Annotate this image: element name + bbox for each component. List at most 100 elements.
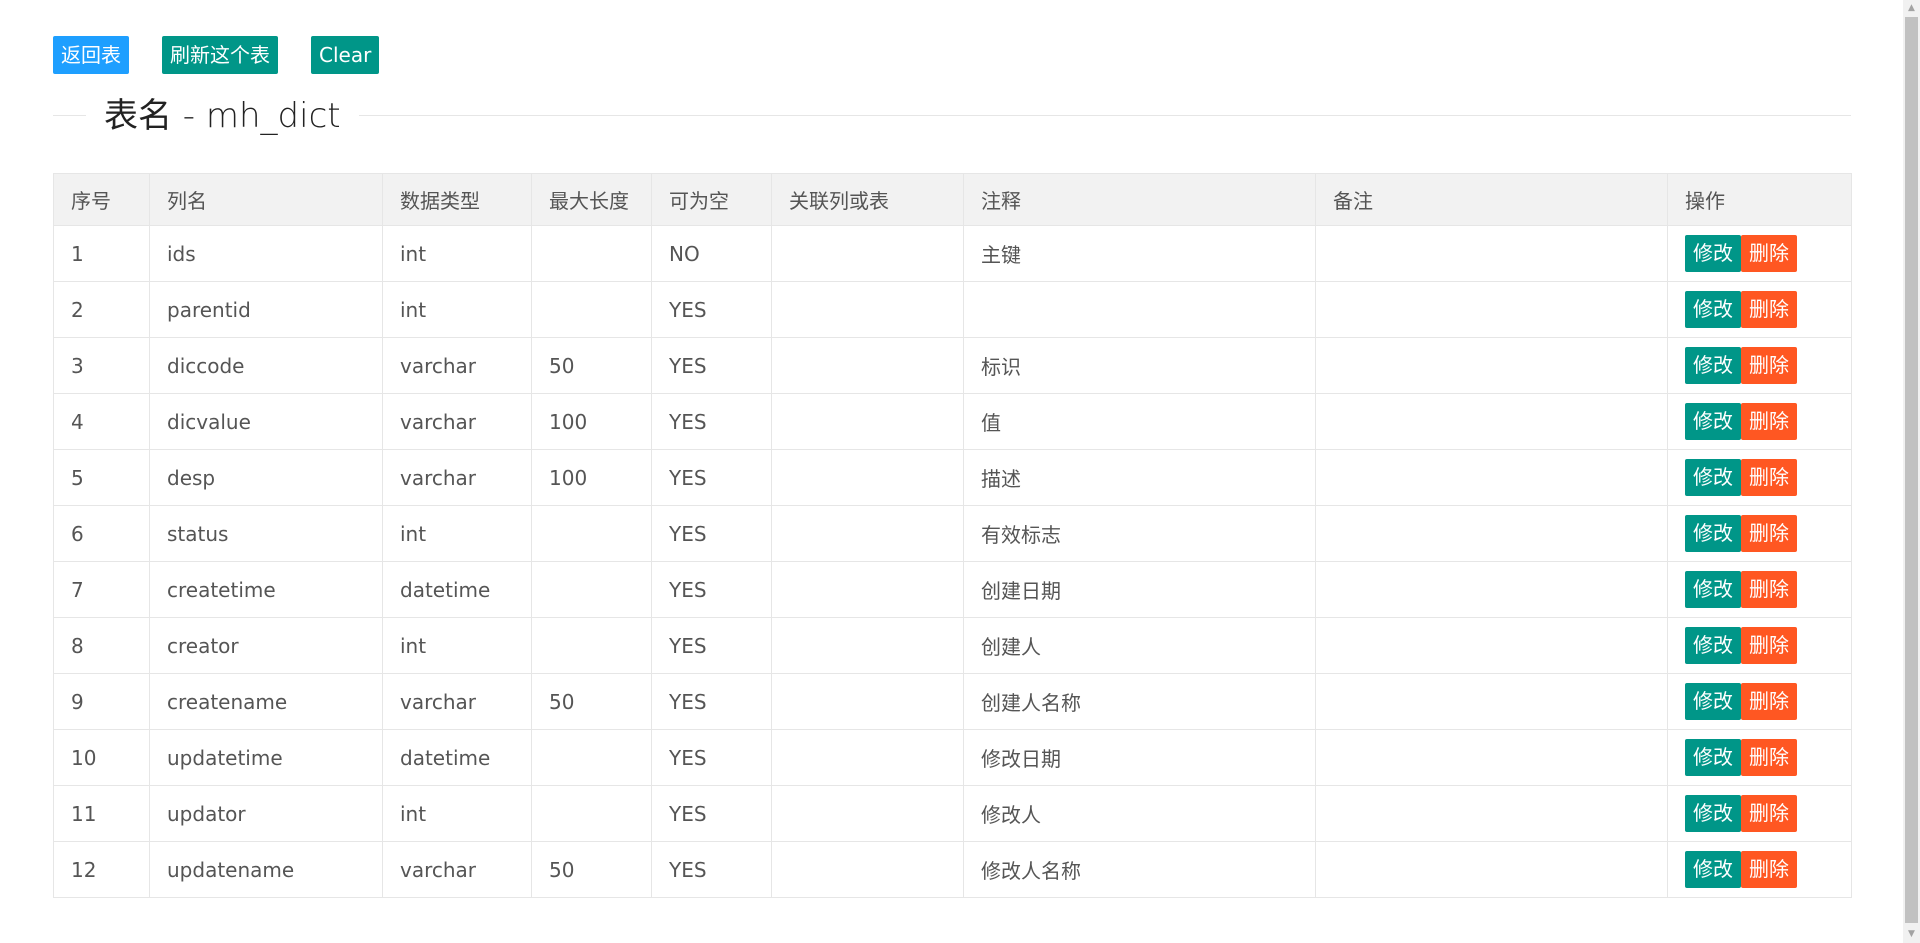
cell-reference (771, 225, 964, 282)
cell-nullable: YES (651, 785, 772, 842)
cell-column-name: dicvalue (149, 393, 383, 450)
cell-max-length (531, 785, 652, 842)
header-max-length: 最大长度 (531, 173, 652, 226)
scroll-down-arrow-icon[interactable]: ▼ (1903, 926, 1920, 943)
cell-nullable: YES (651, 561, 772, 618)
cell-comment: 修改人名称 (963, 841, 1316, 898)
cell-comment: 修改日期 (963, 729, 1316, 786)
delete-row-button[interactable]: 删除 (1741, 403, 1797, 440)
cell-index: 2 (53, 281, 150, 338)
cell-remark (1315, 449, 1668, 506)
edit-row-button[interactable]: 修改 (1685, 739, 1741, 776)
edit-row-button[interactable]: 修改 (1685, 683, 1741, 720)
delete-row-button[interactable]: 删除 (1741, 795, 1797, 832)
cell-comment: 创建人名称 (963, 673, 1316, 730)
cell-nullable: YES (651, 729, 772, 786)
cell-index: 5 (53, 449, 150, 506)
cell-nullable: YES (651, 841, 772, 898)
edit-row-button[interactable]: 修改 (1685, 851, 1741, 888)
edit-row-button[interactable]: 修改 (1685, 235, 1741, 272)
cell-comment: 标识 (963, 337, 1316, 394)
table-body: 1 ids int NO 主键 修改 删除 2 parentid int YES 修改 删除 3 dicco… (53, 225, 1852, 898)
cell-data-type: varchar (382, 449, 532, 506)
cell-remark (1315, 729, 1668, 786)
cell-reference (771, 337, 964, 394)
cell-reference (771, 673, 964, 730)
cell-actions: 修改 删除 (1667, 673, 1852, 730)
cell-actions: 修改 删除 (1667, 393, 1852, 450)
cell-comment: 创建人 (963, 617, 1316, 674)
header-reference: 关联列或表 (771, 173, 964, 226)
delete-row-button[interactable]: 删除 (1741, 851, 1797, 888)
cell-column-name: updatetime (149, 729, 383, 786)
scroll-up-arrow-icon[interactable]: ▲ (1903, 0, 1920, 17)
cell-max-length (531, 225, 652, 282)
cell-index: 6 (53, 505, 150, 562)
table-row: 7 createtime datetime YES 创建日期 修改 删除 (53, 561, 1852, 618)
table-row: 10 updatetime datetime YES 修改日期 修改 删除 (53, 729, 1852, 786)
cell-comment: 修改人 (963, 785, 1316, 842)
cell-reference (771, 393, 964, 450)
cell-actions: 修改 删除 (1667, 281, 1852, 338)
delete-row-button[interactable]: 删除 (1741, 235, 1797, 272)
delete-row-button[interactable]: 删除 (1741, 347, 1797, 384)
cell-actions: 修改 删除 (1667, 841, 1852, 898)
edit-row-button[interactable]: 修改 (1685, 571, 1741, 608)
refresh-table-button[interactable]: 刷新这个表 (162, 36, 278, 74)
edit-row-button[interactable]: 修改 (1685, 347, 1741, 384)
cell-data-type: int (382, 617, 532, 674)
delete-row-button[interactable]: 删除 (1741, 459, 1797, 496)
cell-data-type: varchar (382, 393, 532, 450)
delete-row-button[interactable]: 删除 (1741, 683, 1797, 720)
cell-max-length: 50 (531, 673, 652, 730)
vertical-scrollbar[interactable]: ▲ ▼ (1903, 0, 1920, 943)
delete-row-button[interactable]: 删除 (1741, 627, 1797, 664)
cell-reference (771, 449, 964, 506)
cell-nullable: YES (651, 617, 772, 674)
edit-row-button[interactable]: 修改 (1685, 795, 1741, 832)
cell-max-length: 50 (531, 841, 652, 898)
cell-comment: 值 (963, 393, 1316, 450)
cell-reference (771, 561, 964, 618)
header-data-type: 数据类型 (382, 173, 532, 226)
cell-data-type: int (382, 505, 532, 562)
edit-row-button[interactable]: 修改 (1685, 515, 1741, 552)
header-index: 序号 (53, 173, 150, 226)
cell-data-type: int (382, 785, 532, 842)
cell-reference (771, 617, 964, 674)
cell-max-length (531, 281, 652, 338)
table-row: 2 parentid int YES 修改 删除 (53, 281, 1852, 338)
back-to-tables-button[interactable]: 返回表 (53, 36, 129, 74)
cell-data-type: datetime (382, 729, 532, 786)
cell-max-length: 100 (531, 393, 652, 450)
edit-row-button[interactable]: 修改 (1685, 291, 1741, 328)
cell-data-type: varchar (382, 841, 532, 898)
delete-row-button[interactable]: 删除 (1741, 739, 1797, 776)
table-row: 11 updator int YES 修改人 修改 删除 (53, 785, 1852, 842)
table-row: 1 ids int NO 主键 修改 删除 (53, 225, 1852, 282)
edit-row-button[interactable]: 修改 (1685, 459, 1741, 496)
cell-remark (1315, 505, 1668, 562)
cell-max-length (531, 505, 652, 562)
cell-max-length (531, 729, 652, 786)
cell-column-name: parentid (149, 281, 383, 338)
cell-column-name: diccode (149, 337, 383, 394)
table-header-row: 序号 列名 数据类型 最大长度 可为空 关联列或表 注释 备注 操作 (53, 173, 1852, 226)
cell-column-name: updator (149, 785, 383, 842)
delete-row-button[interactable]: 删除 (1741, 291, 1797, 328)
cell-actions: 修改 删除 (1667, 449, 1852, 506)
clear-button[interactable]: Clear (311, 36, 380, 74)
cell-index: 11 (53, 785, 150, 842)
cell-actions: 修改 删除 (1667, 225, 1852, 282)
scroll-thumb[interactable] (1905, 17, 1918, 923)
cell-comment: 创建日期 (963, 561, 1316, 618)
table-row: 5 desp varchar 100 YES 描述 修改 删除 (53, 449, 1852, 506)
cell-data-type: int (382, 281, 532, 338)
delete-row-button[interactable]: 删除 (1741, 515, 1797, 552)
header-remark: 备注 (1315, 173, 1668, 226)
cell-data-type: varchar (382, 673, 532, 730)
edit-row-button[interactable]: 修改 (1685, 403, 1741, 440)
delete-row-button[interactable]: 删除 (1741, 571, 1797, 608)
cell-data-type: int (382, 225, 532, 282)
edit-row-button[interactable]: 修改 (1685, 627, 1741, 664)
